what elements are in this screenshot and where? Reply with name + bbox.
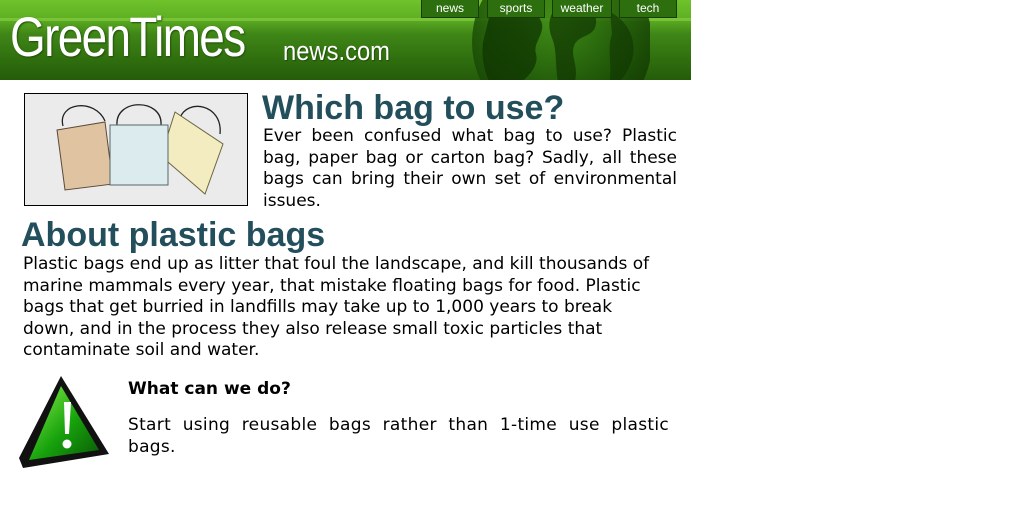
nav-tab-sports[interactable]: sports — [487, 0, 545, 18]
which-bag-paragraph: Ever been confused what bag to use? Plas… — [263, 126, 677, 211]
logo-sub-text: news.com — [283, 36, 390, 66]
about-plastic-paragraph: Plastic bags end up as litter that foul … — [23, 254, 650, 360]
nav-tab-weather[interactable]: weather — [552, 0, 612, 18]
about-plastic-heading: About plastic bags — [21, 216, 326, 254]
bags-illustration — [24, 93, 248, 206]
logo-main-text: GreenTimes — [10, 5, 246, 68]
what-can-we-do-text: Start using reusable bags rather than 1-… — [128, 415, 669, 457]
nav-tab-tech[interactable]: tech — [619, 0, 677, 18]
nav-tab-news[interactable]: news — [421, 0, 479, 18]
what-can-we-do-title: What can we do? — [128, 379, 291, 399]
which-bag-heading: Which bag to use? — [262, 89, 565, 127]
site-header: GreenTimes news.com news sports weather … — [0, 0, 691, 80]
exclamation-warning-icon — [19, 376, 109, 468]
site-logo[interactable]: GreenTimes news.com — [10, 4, 390, 69]
